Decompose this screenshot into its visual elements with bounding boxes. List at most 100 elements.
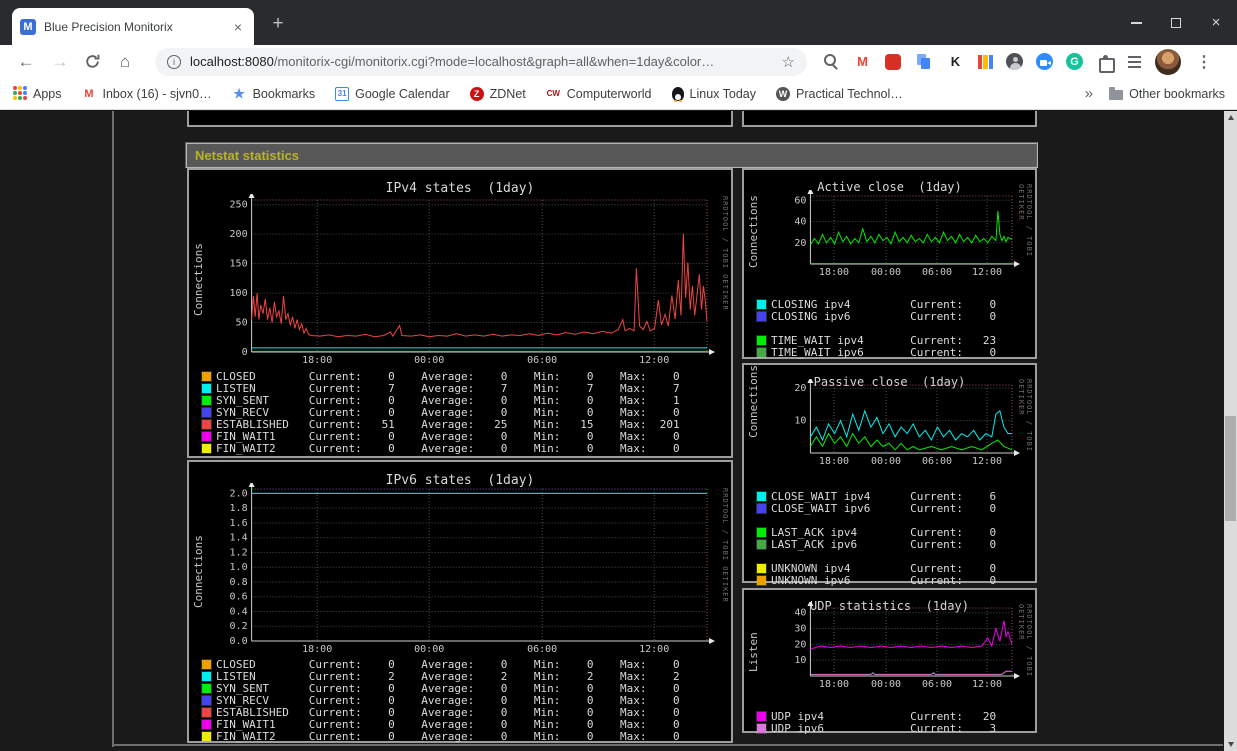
previous-section-panel-edge (742, 111, 1037, 127)
apps-grid-icon (12, 86, 27, 101)
passive-close-graph-panel: Passive close (1day) Connections 20 10 18:… (742, 363, 1037, 587)
zoom-camera-extension-icon[interactable] (1036, 53, 1053, 70)
search-extension-icon[interactable] (821, 52, 840, 71)
titlebar: M Blue Precision Monitorix × + × (0, 0, 1237, 45)
svg-text:12:00: 12:00 (972, 679, 1002, 690)
penguin-icon (671, 86, 684, 102)
legend-row: UNKNOWN ipv4 Current: 0 (756, 562, 996, 575)
svg-text:30: 30 (794, 624, 806, 635)
legend-swatch-icon (756, 574, 767, 586)
page-frame-bottom (112, 744, 1223, 746)
rrdtool-credit: RRDTOOL / TOBI OETIKER (1017, 379, 1033, 453)
svg-text:1.2: 1.2 (230, 547, 248, 558)
red-extension-icon[interactable] (885, 53, 901, 70)
bookmark-star-icon[interactable]: ☆ (782, 53, 795, 71)
bookmark-item[interactable]: Linux Today (671, 86, 757, 102)
person-extension-icon[interactable] (1006, 53, 1023, 70)
svg-text:00:00: 00:00 (871, 456, 901, 467)
svg-text:250: 250 (230, 200, 248, 211)
legend-row: SYN_RECV Current: 0 Average: 0 Min: 0 Ma… (201, 694, 680, 707)
legend-row: CLOSE_WAIT ipv4 Current: 6 (756, 490, 996, 503)
scroll-up-icon[interactable] (1224, 111, 1237, 124)
maximize-button[interactable] (1169, 16, 1183, 30)
bookmarks-items: Apps M Inbox (16) - sjvn0… ★ Bookmarks 31 Goog… (12, 86, 903, 102)
bookmarks-overflow-icon[interactable]: » (1085, 85, 1093, 102)
back-icon[interactable]: ← (16, 52, 36, 72)
bookmark-label: Practical Technol… (796, 86, 903, 101)
svg-text:18:00: 18:00 (819, 267, 849, 278)
svg-text:06:00: 06:00 (922, 267, 952, 278)
k-extension-icon[interactable]: K (946, 52, 965, 71)
legend-text: CLOSE_WAIT ipv6 Current: 0 (771, 501, 997, 515)
section-header: Netstat statistics (185, 142, 1038, 168)
legend-row: LAST_ACK ipv4 Current: 0 (756, 526, 996, 539)
ipv6-states-graph[interactable]: 2.0 1.8 1.6 1.4 1.2 1.0 0.8 0.6 0.4 0.2 0.0 18:00 00… (225, 481, 717, 655)
scrollbar[interactable] (1224, 111, 1237, 751)
computerworld-icon: CW (546, 89, 560, 98)
folder-icon (1109, 86, 1124, 100)
bookmarks-right: » Other bookmarks (1085, 85, 1225, 102)
legend-row: SYN_RECV Current: 0 Average: 0 Min: 0 Ma… (201, 406, 680, 419)
svg-text:12:00: 12:00 (972, 456, 1002, 467)
bookmark-label: Linux Today (689, 86, 757, 101)
legend-row: UNKNOWN ipv6 Current: 0 (756, 573, 997, 587)
legend-row: LAST_ACK ipv6 Current: 0 (756, 538, 996, 551)
close-window-button[interactable]: × (1209, 14, 1223, 31)
svg-text:50: 50 (236, 318, 248, 329)
forward-icon[interactable]: → (50, 52, 70, 72)
page-content: Netstat statistics IPv4 states (1day) Co… (0, 111, 1237, 751)
legend-swatch-icon (201, 730, 212, 742)
legend-row: CLOSING ipv6 Current: 0 (756, 310, 996, 323)
bookmark-label: Bookmarks (252, 86, 316, 101)
reading-list-extension-icon[interactable] (1128, 55, 1141, 68)
svg-text:18:00: 18:00 (819, 456, 849, 467)
home-icon[interactable]: ⌂ (115, 52, 135, 72)
rrdtool-credit: RRDTOOL / TOBI OETIKER (1017, 604, 1033, 678)
bookmark-item[interactable]: M Inbox (16) - sjvn0… (82, 86, 211, 101)
puzzle-extension-icon[interactable] (1096, 52, 1115, 73)
other-bookmarks-button[interactable]: Other bookmarks (1109, 86, 1225, 101)
section-title: Netstat statistics (195, 147, 300, 163)
legend-text: UNKNOWN ipv6 Current: 0 (771, 573, 997, 587)
profile-avatar[interactable] (1155, 48, 1181, 75)
svg-text:0.8: 0.8 (230, 577, 248, 588)
bookmark-item[interactable]: 31 Google Calendar (335, 86, 450, 101)
legend-row: CLOSING ipv4 Current: 0 (756, 298, 996, 311)
grammarly-extension-icon[interactable]: G (1066, 53, 1083, 70)
stack-extension-icon[interactable] (978, 54, 993, 69)
bookmarks-bar: Apps M Inbox (16) - sjvn0… ★ Bookmarks 31 Goog… (0, 78, 1237, 110)
legend-row: SYN_SENT Current: 0 Average: 0 Min: 0 Ma… (201, 682, 680, 695)
graph-legend: CLOSED Current: 0 Average: 0 Min: 0 Max:… (201, 658, 680, 743)
svg-text:200: 200 (230, 229, 248, 240)
minimize-button[interactable] (1129, 16, 1143, 30)
svg-text:18:00: 18:00 (302, 644, 332, 655)
active-close-graph[interactable]: 60 40 20 18:00 00:00 06:00 12:00 (790, 188, 1022, 278)
tab-close-icon[interactable]: × (230, 19, 246, 35)
legend-swatch-icon (756, 310, 767, 322)
reload-icon[interactable] (84, 53, 101, 70)
bookmark-item[interactable]: CW Computerworld (546, 86, 652, 101)
ipv4-states-graph[interactable]: 250 200 150 100 50 0 18:00 00:00 06:00 12:00 (225, 192, 717, 366)
browser-tab[interactable]: M Blue Precision Monitorix × (12, 8, 254, 45)
browser-menu-icon[interactable]: ⋮ (1196, 52, 1212, 72)
udp-statistics-graph-panel: UDP statistics (1day) Listen 40 30 20 10 18:… (742, 588, 1037, 735)
scroll-down-icon[interactable] (1224, 738, 1237, 751)
tab-title: Blue Precision Monitorix (44, 19, 173, 34)
legend-text: FIN_WAIT2 Current: 0 Average: 0 Min: 0 M… (216, 441, 680, 455)
udp-statistics-graph[interactable]: 40 30 20 10 18:00 00:00 06:00 12:00 (790, 600, 1022, 690)
address-bar[interactable]: i localhost:8080/monitorix-cgi/monitorix… (155, 47, 807, 76)
copy-pages-extension-icon[interactable] (914, 52, 933, 71)
bookmark-item[interactable]: ★ Bookmarks (232, 86, 316, 101)
scrollbar-thumb[interactable] (1225, 416, 1236, 521)
svg-text:00:00: 00:00 (414, 644, 444, 655)
svg-text:00:00: 00:00 (871, 679, 901, 690)
gmail-extension-icon[interactable]: M (853, 52, 872, 71)
page-info-icon[interactable]: i (167, 54, 181, 69)
legend-swatch-icon (201, 694, 212, 706)
bookmark-item[interactable]: Z ZDNet (469, 86, 526, 101)
new-tab-button[interactable]: + (266, 12, 290, 36)
legend-swatch-icon (201, 394, 212, 406)
passive-close-graph[interactable]: 20 10 18:00 00:00 06:00 12:00 (790, 377, 1022, 467)
bookmark-item[interactable]: Apps (12, 86, 62, 101)
bookmark-item[interactable]: W Practical Technol… (776, 86, 903, 101)
